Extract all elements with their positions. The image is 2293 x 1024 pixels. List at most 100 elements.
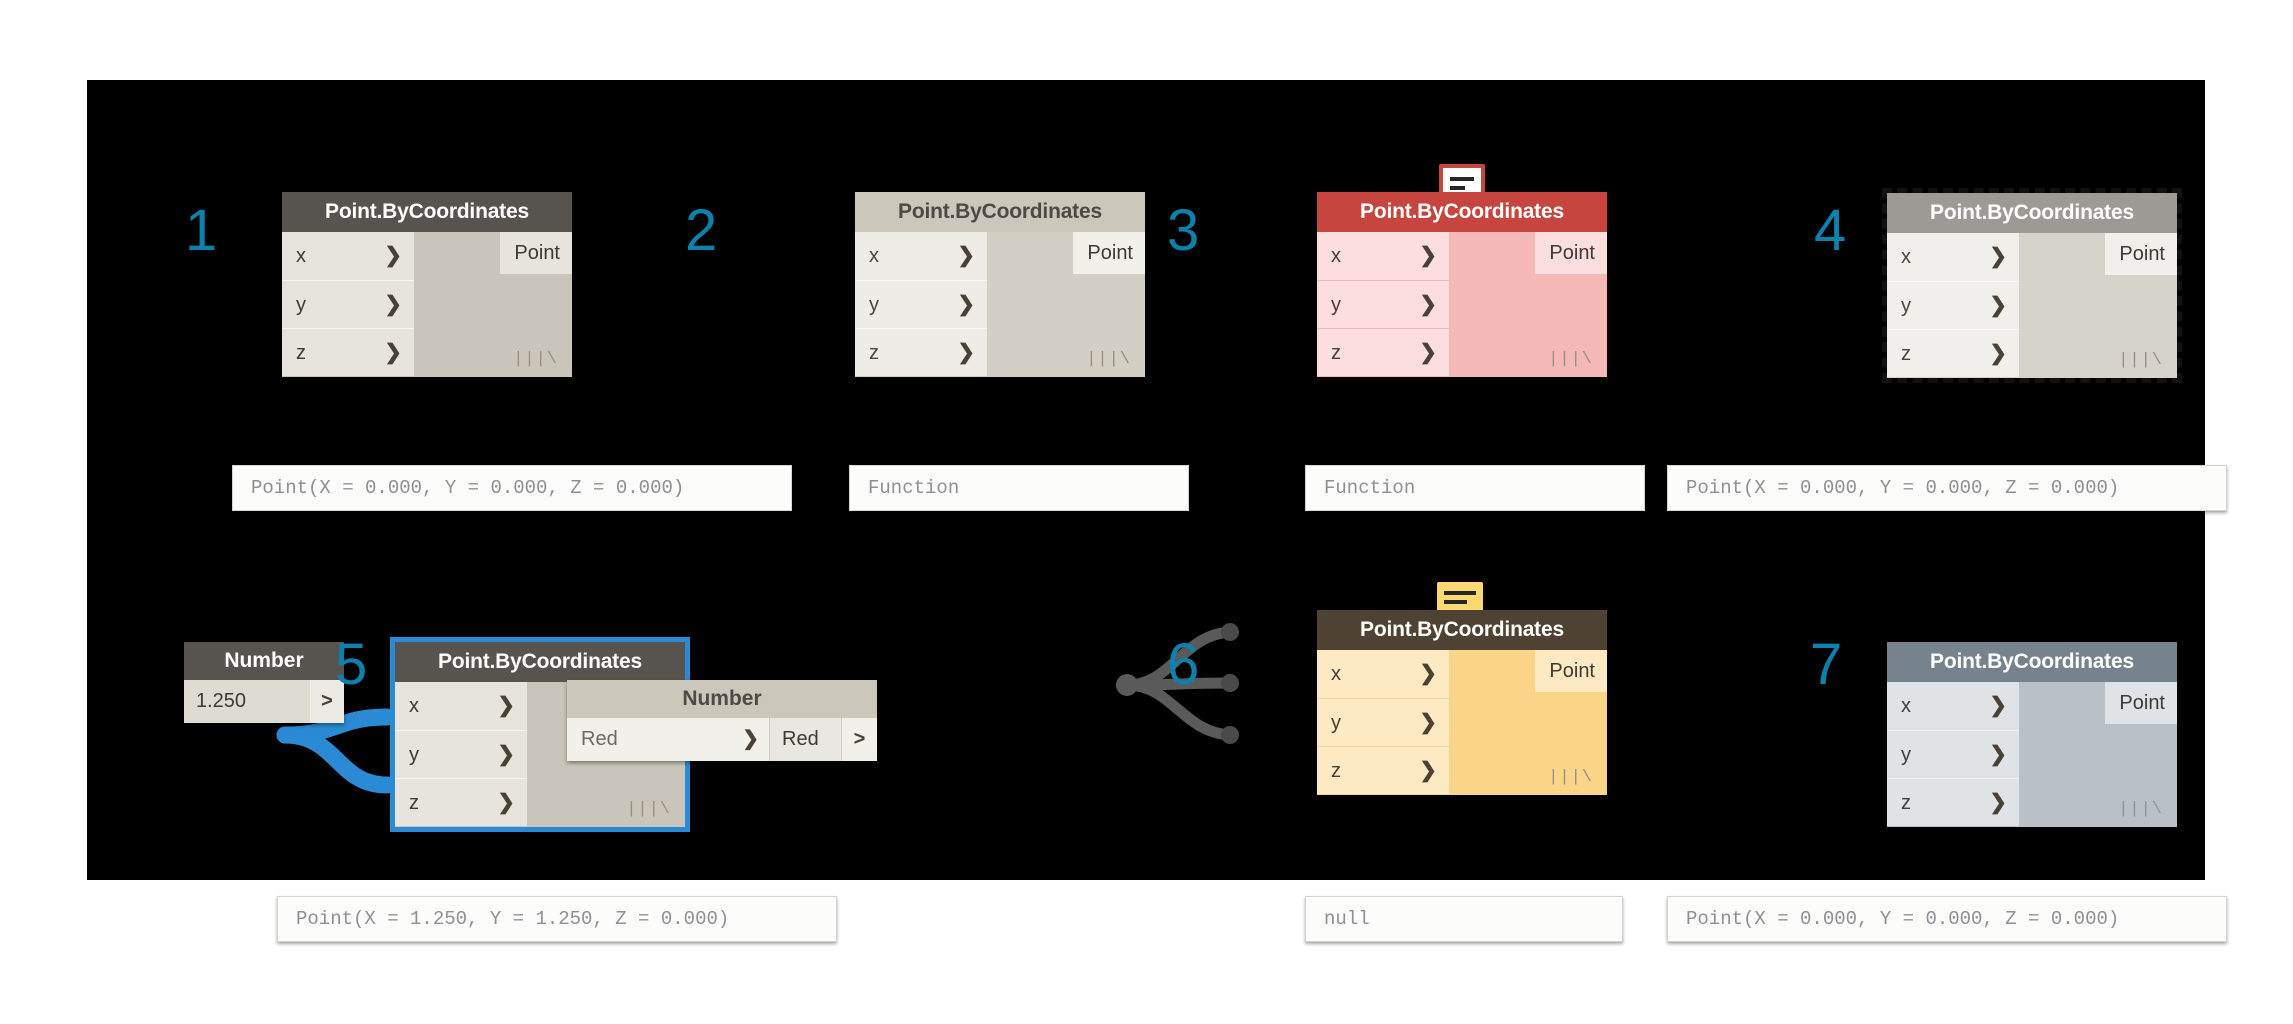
input-label-y: y [1331, 294, 1341, 316]
node-1-inputs: x ❯ y ❯ z ❯ [282, 232, 414, 376]
input-label-x: x [1331, 663, 1341, 685]
node-4-preview: Point(X = 0.000, Y = 0.000, Z = 0.000) [1667, 465, 2227, 511]
input-port-x[interactable]: x ❯ [1887, 233, 2019, 281]
input-port-y[interactable]: y ❯ [1887, 281, 2019, 329]
chevron-right-icon: ❯ [384, 341, 402, 364]
node-2-preview: Function [849, 465, 1189, 511]
node-3-preview: Function [1305, 465, 1645, 511]
node-index-6: 6 [1167, 632, 1200, 697]
node-2-box[interactable]: Point.ByCoordinates x ❯ y ❯ z ❯ Point |||\ [855, 192, 1145, 377]
node-7-title: Point.ByCoordinates [1887, 642, 2177, 682]
number-node-red-row: Red ❯ Red > [567, 718, 877, 761]
chevron-right-icon: ❯ [957, 341, 975, 364]
node-2-inputs: x ❯ y ❯ z ❯ [855, 232, 987, 376]
input-port-y[interactable]: y ❯ [1317, 280, 1449, 328]
input-label-z: z [1331, 760, 1341, 782]
input-port-z[interactable]: z ❯ [282, 328, 414, 376]
node-3-box[interactable]: Point.ByCoordinates x ❯ y ❯ z ❯ Point |||\ [1317, 192, 1607, 377]
input-label-z: z [1331, 342, 1341, 364]
number-value-field[interactable]: 1.250 [184, 680, 310, 723]
lacing-icon[interactable]: |||\ [2118, 800, 2163, 819]
node-1-box[interactable]: Point.ByCoordinates x ❯ y ❯ z ❯ Point |||\ [282, 192, 572, 377]
output-port-point[interactable]: Point [500, 232, 572, 274]
lacing-icon[interactable]: |||\ [1086, 350, 1131, 369]
wire-endpoint-z [1221, 726, 1239, 744]
input-port-z[interactable]: z ❯ [855, 328, 987, 376]
lacing-icon[interactable]: |||\ [513, 350, 558, 369]
red-label-text: Red [581, 728, 618, 750]
node-4-box[interactable]: Point.ByCoordinates x ❯ y ❯ z ❯ Point |||\ [1882, 188, 2182, 383]
input-port-y[interactable]: y ❯ [1887, 730, 2019, 778]
lacing-icon[interactable]: |||\ [1548, 350, 1593, 369]
input-port-z[interactable]: z ❯ [1887, 329, 2019, 377]
input-port-x[interactable]: x ❯ [1317, 650, 1449, 698]
input-port-z[interactable]: z ❯ [1317, 328, 1449, 376]
node-2[interactable]: Point.ByCoordinates x ❯ y ❯ z ❯ Point |||\ [855, 192, 1145, 377]
input-port-x[interactable]: x ❯ [282, 232, 414, 280]
output-port-point[interactable]: Point [2105, 682, 2177, 724]
input-port-z[interactable]: z ❯ [1887, 778, 2019, 826]
input-label-y: y [409, 744, 419, 766]
number-red-value[interactable]: Red [769, 718, 841, 761]
output-port-point[interactable]: Point [1535, 650, 1607, 692]
chevron-right-icon: ❯ [384, 244, 402, 267]
chevron-right-icon: ❯ [957, 293, 975, 316]
input-port-y[interactable]: y ❯ [282, 280, 414, 328]
wire-to-y [276, 726, 396, 794]
chevron-right-icon: ❯ [1989, 694, 2007, 717]
chevron-right-icon: ❯ [1419, 244, 1437, 267]
input-port-z[interactable]: z ❯ [1317, 746, 1449, 794]
input-port-x[interactable]: x ❯ [1317, 232, 1449, 280]
graph-canvas[interactable]: 1 Point.ByCoordinates x ❯ y ❯ z ❯ Point |||… [87, 80, 2227, 942]
node-6-body: x ❯ y ❯ z ❯ Point |||\ [1317, 650, 1607, 795]
node-4[interactable]: Point.ByCoordinates x ❯ y ❯ z ❯ Point |||\ [1882, 188, 2182, 383]
lacing-icon[interactable]: |||\ [2118, 351, 2163, 370]
node-index-5: 5 [335, 632, 368, 697]
node-1-title: Point.ByCoordinates [282, 192, 572, 232]
input-port-x[interactable]: x ❯ [855, 232, 987, 280]
output-port-point[interactable]: Point [2105, 233, 2177, 275]
number-node-red-title: Number [567, 680, 877, 718]
node-6-box[interactable]: Point.ByCoordinates x ❯ y ❯ z ❯ Point |||\ [1317, 610, 1607, 795]
node-6-inputs: x ❯ y ❯ z ❯ [1317, 650, 1449, 794]
wire-endpoint-y [1221, 674, 1239, 692]
node-3-title: Point.ByCoordinates [1317, 192, 1607, 232]
input-port-y[interactable]: y ❯ [855, 280, 987, 328]
node-index-7: 7 [1810, 632, 1843, 697]
chevron-right-icon: ❯ [497, 694, 515, 717]
chevron-right-icon: ❯ [742, 728, 759, 750]
input-label-z: z [296, 342, 306, 364]
node-index-1: 1 [185, 198, 218, 263]
node-6-title: Point.ByCoordinates [1317, 610, 1607, 650]
node-7-box[interactable]: Point.ByCoordinates x ❯ y ❯ z ❯ Point |||\ [1887, 642, 2177, 827]
input-label-x: x [1901, 246, 1911, 268]
number-red-input-label[interactable]: Red ❯ [567, 718, 769, 761]
lacing-icon[interactable]: |||\ [626, 800, 671, 819]
node-index-2: 2 [685, 198, 718, 263]
input-port-z[interactable]: z ❯ [395, 778, 527, 826]
node-5-title: Point.ByCoordinates [395, 642, 685, 682]
number-node-red[interactable]: Number Red ❯ Red > [567, 680, 877, 761]
number-node-slider[interactable]: Number 1.250 > [184, 642, 344, 723]
input-label-z: z [409, 792, 419, 814]
chevron-right-icon: ❯ [1419, 759, 1437, 782]
node-3[interactable]: Point.ByCoordinates x ❯ y ❯ z ❯ Point |||\ [1317, 192, 1607, 377]
lacing-icon[interactable]: |||\ [1548, 768, 1593, 787]
input-port-y[interactable]: y ❯ [1317, 698, 1449, 746]
node-6[interactable]: Point.ByCoordinates x ❯ y ❯ z ❯ Point |||\ [1317, 610, 1607, 795]
input-port-y[interactable]: y ❯ [395, 730, 527, 778]
input-label-x: x [869, 245, 879, 267]
number-red-output-port[interactable]: > [841, 718, 877, 761]
node-index-4: 4 [1814, 198, 1847, 263]
output-port-point[interactable]: Point [1073, 232, 1145, 274]
input-port-x[interactable]: x ❯ [395, 682, 527, 730]
node-1[interactable]: Point.ByCoordinates x ❯ y ❯ z ❯ Point |||\ [282, 192, 572, 377]
input-label-y: y [869, 294, 879, 316]
node-7[interactable]: Point.ByCoordinates x ❯ y ❯ z ❯ Point |||\ [1887, 642, 2177, 827]
output-port-point[interactable]: Point [1535, 232, 1607, 274]
input-port-x[interactable]: x ❯ [1887, 682, 2019, 730]
chevron-right-icon: ❯ [1419, 662, 1437, 685]
node-7-inputs: x ❯ y ❯ z ❯ [1887, 682, 2019, 826]
node-3-inputs: x ❯ y ❯ z ❯ [1317, 232, 1449, 376]
input-label-y: y [296, 294, 306, 316]
